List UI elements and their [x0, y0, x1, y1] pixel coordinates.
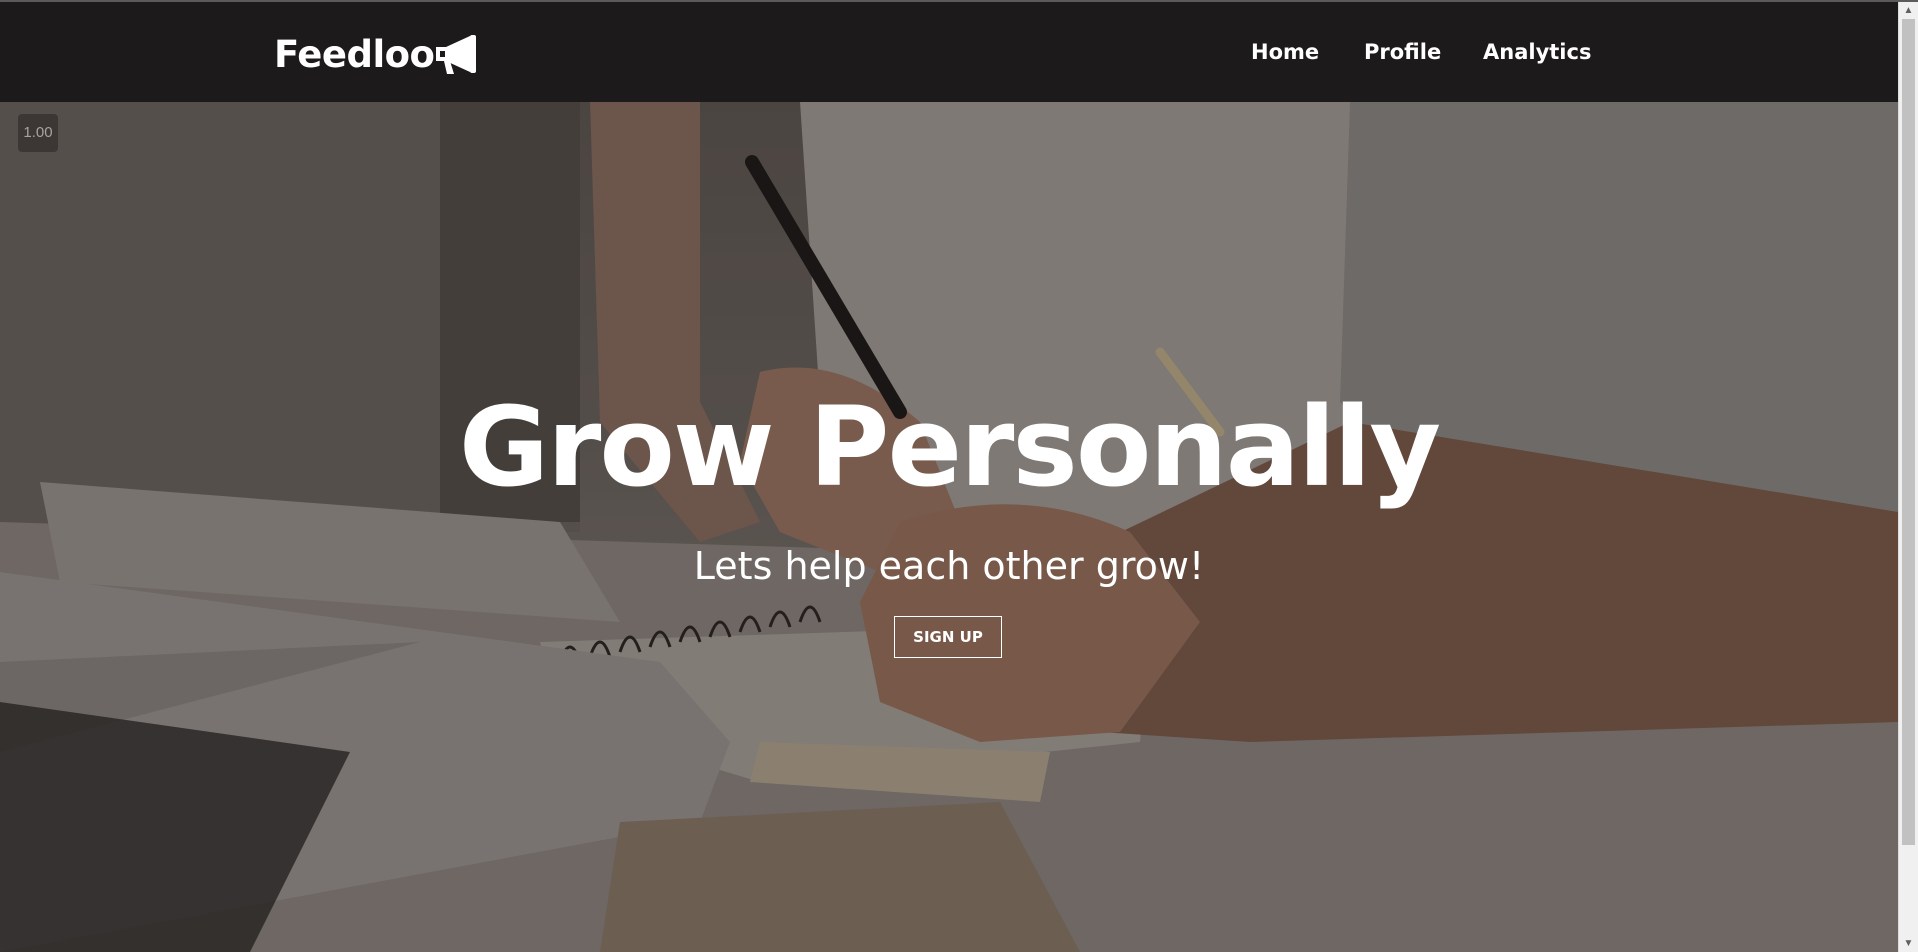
megaphone-icon — [432, 32, 482, 76]
hero-subtitle: Lets help each other grow! — [693, 544, 1205, 588]
scrollbar-thumb[interactable] — [1902, 19, 1915, 845]
vertical-scrollbar[interactable]: ▲ ▼ — [1898, 2, 1918, 952]
signup-button[interactable]: SIGN UP — [894, 616, 1002, 658]
hero-overlay — [0, 102, 1898, 952]
nav-analytics[interactable]: Analytics — [1483, 40, 1591, 64]
hero-title: Grow Personally — [458, 383, 1441, 511]
zoom-level-badge: 1.00 — [18, 114, 58, 152]
scroll-down-arrow-icon[interactable]: ▼ — [1899, 935, 1918, 952]
navbar: Feedloo Home Profile Analytics — [0, 2, 1898, 102]
brand-logo[interactable]: Feedloo — [274, 32, 482, 76]
scroll-up-arrow-icon[interactable]: ▲ — [1899, 2, 1918, 19]
brand-name: Feedloo — [274, 32, 435, 76]
hero-section — [0, 102, 1898, 952]
nav-home[interactable]: Home — [1251, 40, 1319, 64]
nav-profile[interactable]: Profile — [1364, 40, 1441, 64]
